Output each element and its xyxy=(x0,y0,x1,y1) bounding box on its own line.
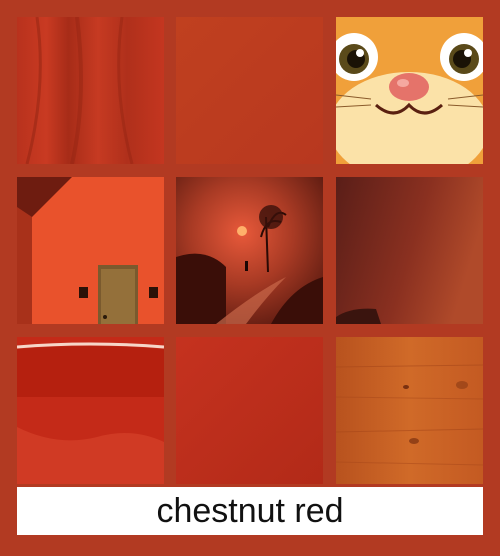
tile-sunset-path xyxy=(176,177,323,324)
tile-glossy-red xyxy=(17,337,164,484)
tile-red-house xyxy=(17,177,164,324)
tile-dark-red-gradient xyxy=(336,177,483,324)
tile-wood-grain xyxy=(336,337,483,484)
tile-cat-face xyxy=(336,17,483,164)
image-grid xyxy=(17,17,483,484)
caption-label: chestnut red xyxy=(17,487,483,535)
tile-red-fabric xyxy=(17,17,164,164)
tile-plain-red xyxy=(176,337,323,484)
tile-flat-red xyxy=(176,17,323,164)
